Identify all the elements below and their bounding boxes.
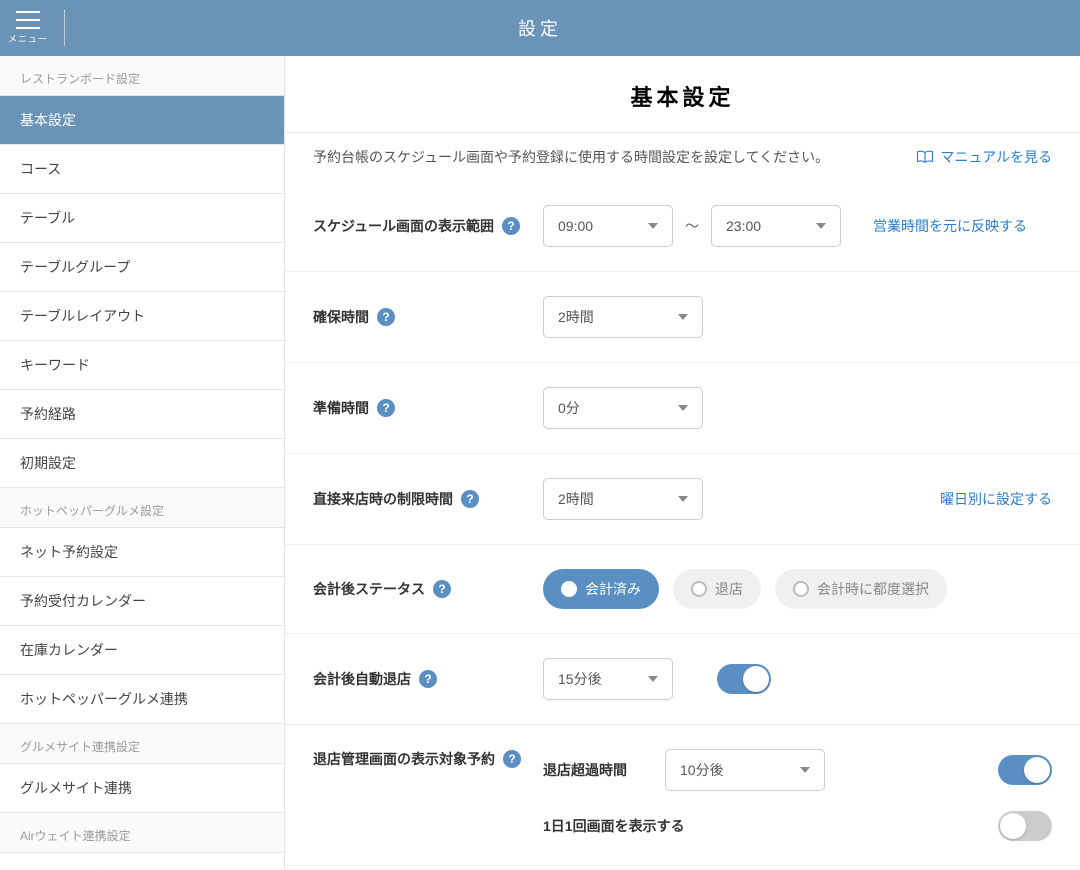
manual-link[interactable]: マニュアルを見る (916, 147, 1052, 167)
radio-icon (691, 581, 707, 597)
schedule-from-select[interactable]: 09:00 (543, 205, 673, 247)
row-label: スケジュール画面の表示範囲 (313, 216, 494, 236)
help-icon[interactable]: ? (377, 399, 395, 417)
sidebar-item-stock-calendar[interactable]: 在庫カレンダー (0, 626, 284, 675)
intro-text: 予約台帳のスケジュール画面や予約登録に使用する時間設定を設定してください。 (313, 147, 829, 167)
sidebar-item-hotpepper-link[interactable]: ホットペッパーグルメ連携 (0, 675, 284, 724)
sidebar-item-net-reservation[interactable]: ネット予約設定 (0, 528, 284, 577)
walkin-limit-select[interactable]: 2時間 (543, 478, 703, 520)
row-label: 会計後ステータス (313, 579, 425, 599)
help-icon[interactable]: ? (419, 670, 437, 688)
set-by-weekday-link[interactable]: 曜日別に設定する (940, 489, 1052, 509)
sidebar-item-table[interactable]: テーブル (0, 194, 284, 243)
schedule-to-select[interactable]: 23:00 (711, 205, 841, 247)
sidebar-item-gourmet-link[interactable]: グルメサイト連携 (0, 764, 284, 813)
overtime-toggle[interactable] (998, 755, 1052, 785)
book-icon (916, 150, 934, 164)
sidebar-item-table-group[interactable]: テーブルグループ (0, 243, 284, 292)
auto-exit-toggle[interactable] (717, 664, 771, 694)
sidebar-item-reservation-calendar[interactable]: 予約受付カレンダー (0, 577, 284, 626)
auto-exit-select[interactable]: 15分後 (543, 658, 673, 700)
overtime-sublabel: 退店超過時間 (543, 760, 653, 780)
status-option-choose-each[interactable]: 会計時に都度選択 (775, 569, 947, 609)
sidebar-section-head: グルメサイト連携設定 (0, 724, 284, 764)
sidebar-item-reservation-route[interactable]: 予約経路 (0, 390, 284, 439)
show-once-daily-label: 1日1回画面を表示する (543, 816, 685, 836)
sidebar-section-head: Airウェイト連携設定 (0, 813, 284, 853)
help-icon[interactable]: ? (377, 308, 395, 326)
sidebar-section-head: レストランボード設定 (0, 56, 284, 96)
help-icon[interactable]: ? (461, 490, 479, 508)
row-label: 準備時間 (313, 398, 369, 418)
header-divider (64, 10, 65, 46)
row-label: 退店管理画面の表示対象予約 (313, 749, 495, 769)
show-once-daily-toggle[interactable] (998, 811, 1052, 841)
row-label: 直接来店時の制限時間 (313, 489, 453, 509)
menu-button-label: メニュー (8, 32, 48, 45)
sidebar: レストランボード設定 基本設定 コース テーブル テーブルグループ テーブルレイ… (0, 56, 285, 870)
radio-icon (793, 581, 809, 597)
overtime-select[interactable]: 10分後 (665, 749, 825, 791)
status-option-exit[interactable]: 退店 (673, 569, 761, 609)
row-label: 会計後自動退店 (313, 669, 411, 689)
row-label: 確保時間 (313, 307, 369, 327)
sidebar-item-airwait-link[interactable]: Airウェイト連携 (0, 853, 284, 870)
prep-time-select[interactable]: 0分 (543, 387, 703, 429)
help-icon[interactable]: ? (503, 750, 521, 768)
help-icon[interactable]: ? (502, 217, 520, 235)
status-option-paid[interactable]: 会計済み (543, 569, 659, 609)
sidebar-item-initial-settings[interactable]: 初期設定 (0, 439, 284, 488)
reflect-business-hours-link[interactable]: 営業時間を元に反映する (873, 216, 1027, 236)
radio-icon (561, 581, 577, 597)
menu-button[interactable]: メニュー (0, 0, 56, 56)
sidebar-section-head: ホットペッパーグルメ設定 (0, 488, 284, 528)
page-title: 基本設定 (285, 56, 1080, 133)
hold-time-select[interactable]: 2時間 (543, 296, 703, 338)
sidebar-item-keyword[interactable]: キーワード (0, 341, 284, 390)
app-header: メニュー 設定 (0, 0, 1080, 56)
help-icon[interactable]: ? (433, 580, 451, 598)
hamburger-icon (16, 11, 40, 29)
sidebar-item-basic-settings[interactable]: 基本設定 (0, 96, 284, 145)
range-tilde: 〜 (685, 216, 699, 236)
post-payment-status-options: 会計済み 退店 会計時に都度選択 (543, 569, 947, 609)
sidebar-item-course[interactable]: コース (0, 145, 284, 194)
sidebar-item-table-layout[interactable]: テーブルレイアウト (0, 292, 284, 341)
manual-link-label: マニュアルを見る (940, 147, 1052, 167)
content-area: 基本設定 予約台帳のスケジュール画面や予約登録に使用する時間設定を設定してくださ… (285, 56, 1080, 870)
header-title: 設定 (518, 15, 562, 41)
